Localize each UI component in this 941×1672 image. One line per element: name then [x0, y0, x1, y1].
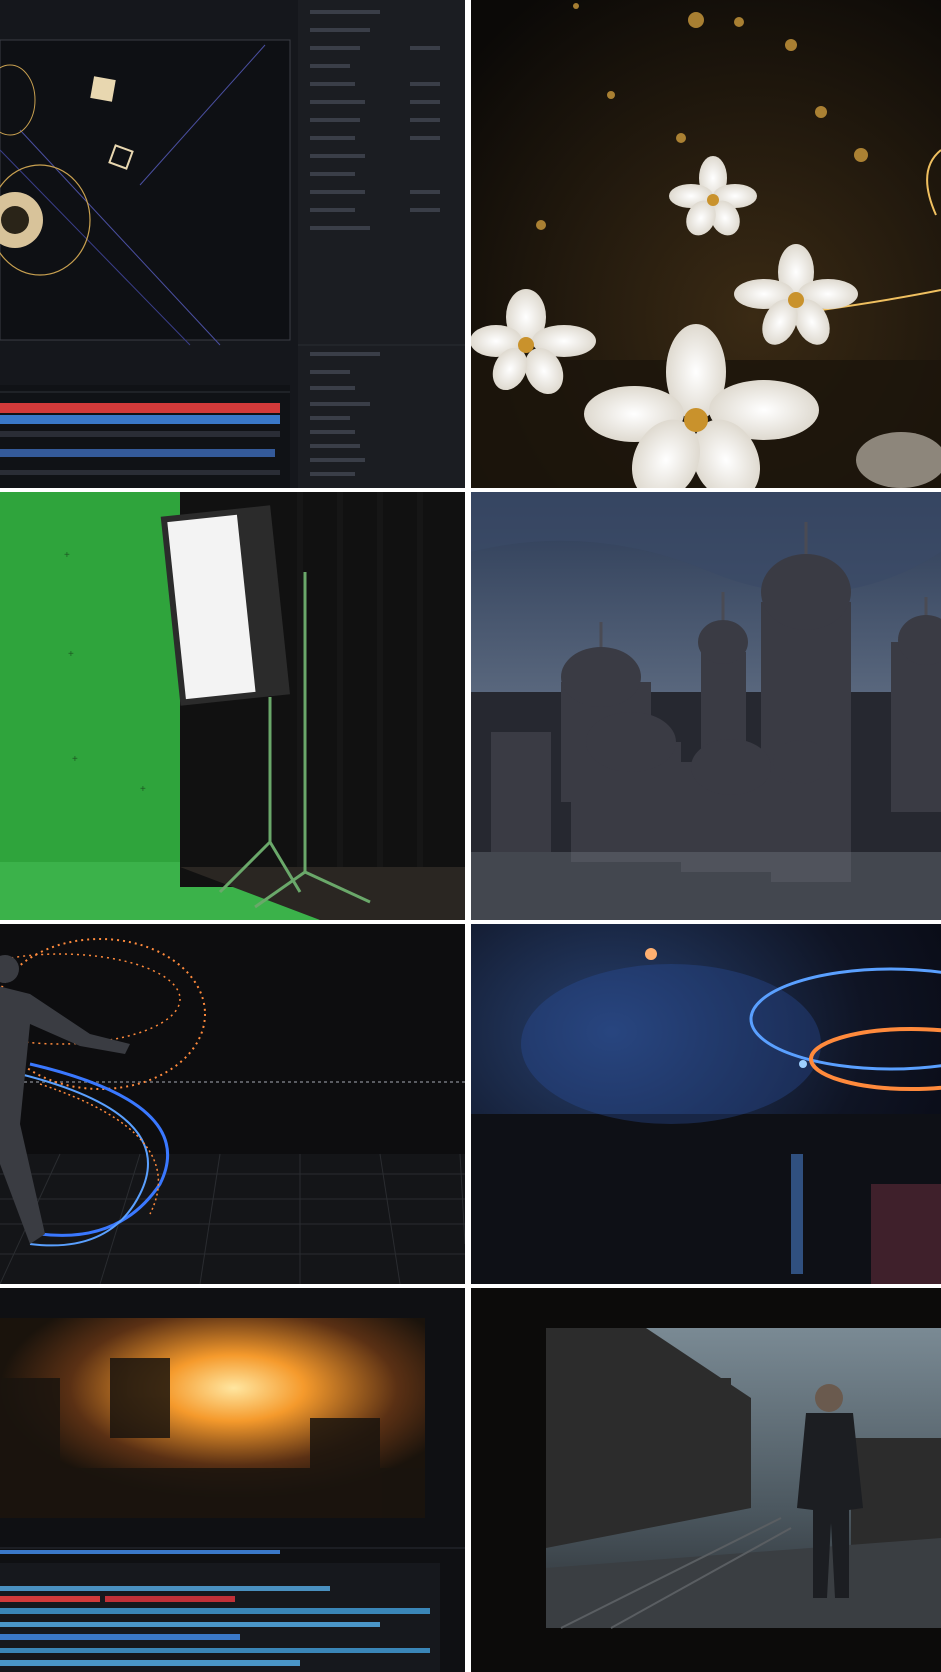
tile-motion-capture-particles: [0, 924, 465, 1284]
tile-fantasy-domed-city: [471, 492, 941, 920]
properties-panel: [298, 0, 465, 488]
svg-text:+: +: [68, 649, 74, 660]
edit-timeline: [0, 1563, 440, 1672]
softbox-light: [160, 505, 290, 706]
track-red: [0, 403, 280, 413]
image-collage: + + + +: [0, 0, 941, 1672]
tile-explosion-edit: [0, 1288, 465, 1672]
tile-glowing-flowers: [471, 0, 941, 488]
tile-energy-rings: [471, 924, 941, 1284]
svg-text:+: +: [64, 550, 70, 561]
tile-ruined-city-monitor: [471, 1288, 941, 1672]
svg-text:+: +: [140, 784, 146, 795]
tile-software-interface: [0, 0, 465, 488]
viewport-panel: [0, 39, 291, 341]
tile-green-screen-studio: + + + +: [0, 492, 465, 920]
svg-text:+: +: [72, 754, 78, 765]
track-blue: [0, 415, 280, 424]
